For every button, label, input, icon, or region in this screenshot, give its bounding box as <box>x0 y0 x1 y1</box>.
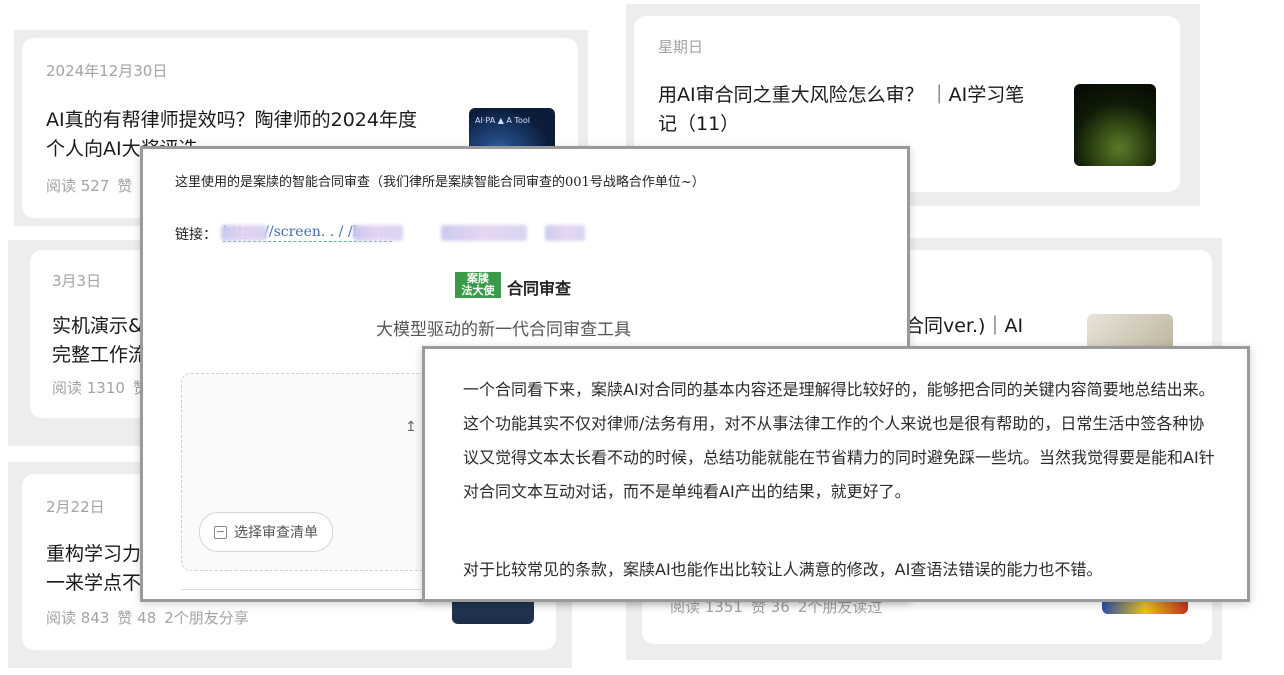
select-checklist-button[interactable]: 选择审查清单 <box>199 512 333 552</box>
redaction-blur <box>441 225 527 241</box>
link-label: 链接： <box>175 227 217 243</box>
upload-icon: ↥ <box>405 419 417 435</box>
article-date: 星期日 <box>658 38 704 56</box>
read-count: 阅读 527 <box>46 177 110 195</box>
redaction-blur <box>545 225 585 241</box>
thumbnail-text: AI·PA ▲ A Tool <box>475 116 530 125</box>
comment-paragraph-1: 一个合同看下来，案牍AI对合同的基本内容还是理解得比较好的，能够把合同的关键内容… <box>463 380 1215 501</box>
anduo-logo-icon: 案牍 法大使 <box>455 272 501 298</box>
read-count: 阅读 1310 <box>52 379 125 397</box>
like-count: 赞 <box>117 177 133 195</box>
article-date: 2024年12月30日 <box>46 62 168 80</box>
article-thumbnail <box>1074 84 1156 166</box>
article-date: 2月22日 <box>46 498 105 516</box>
product-subtitle: 大模型驱动的新一代合同审查工具 <box>376 320 631 340</box>
article-date: 3月3日 <box>52 272 102 290</box>
comment-paragraph-2: 对于比较常见的条款，案牍AI也能作出比较让人满意的修改，AI查语法错误的能力也不… <box>463 560 1103 579</box>
article-stats: 阅读 527 赞 <box>46 175 140 196</box>
review-comment-screenshot: 一个合同看下来，案牍AI对合同的基本内容还是理解得比较好的，能够把合同的关键内容… <box>422 346 1250 602</box>
like-count: 赞 48 <box>117 609 157 627</box>
article-title: 重构学习力 一来学点不 <box>46 543 142 594</box>
share-count: 2个朋友分享 <box>164 609 249 627</box>
read-count: 阅读 843 <box>46 609 110 627</box>
redaction-blur <box>221 225 267 241</box>
redaction-blur <box>353 225 403 241</box>
checklist-icon <box>214 525 227 539</box>
divider <box>181 589 421 590</box>
intro-text: 这里使用的是案牍的智能合同审查（我们律所是案牍智能合同审查的001号战略合作单位… <box>175 175 705 190</box>
product-name: 合同审查 <box>507 279 572 298</box>
article-title: 实机演示& 完整工作流 <box>52 315 148 366</box>
select-checklist-label: 选择审查清单 <box>234 525 318 541</box>
article-title: 用AI审合同之重大风险怎么审？ ｜AI学习笔 记（11） <box>658 84 1025 135</box>
article-stats: 阅读 843 赞 48 2个朋友分享 <box>46 607 257 628</box>
